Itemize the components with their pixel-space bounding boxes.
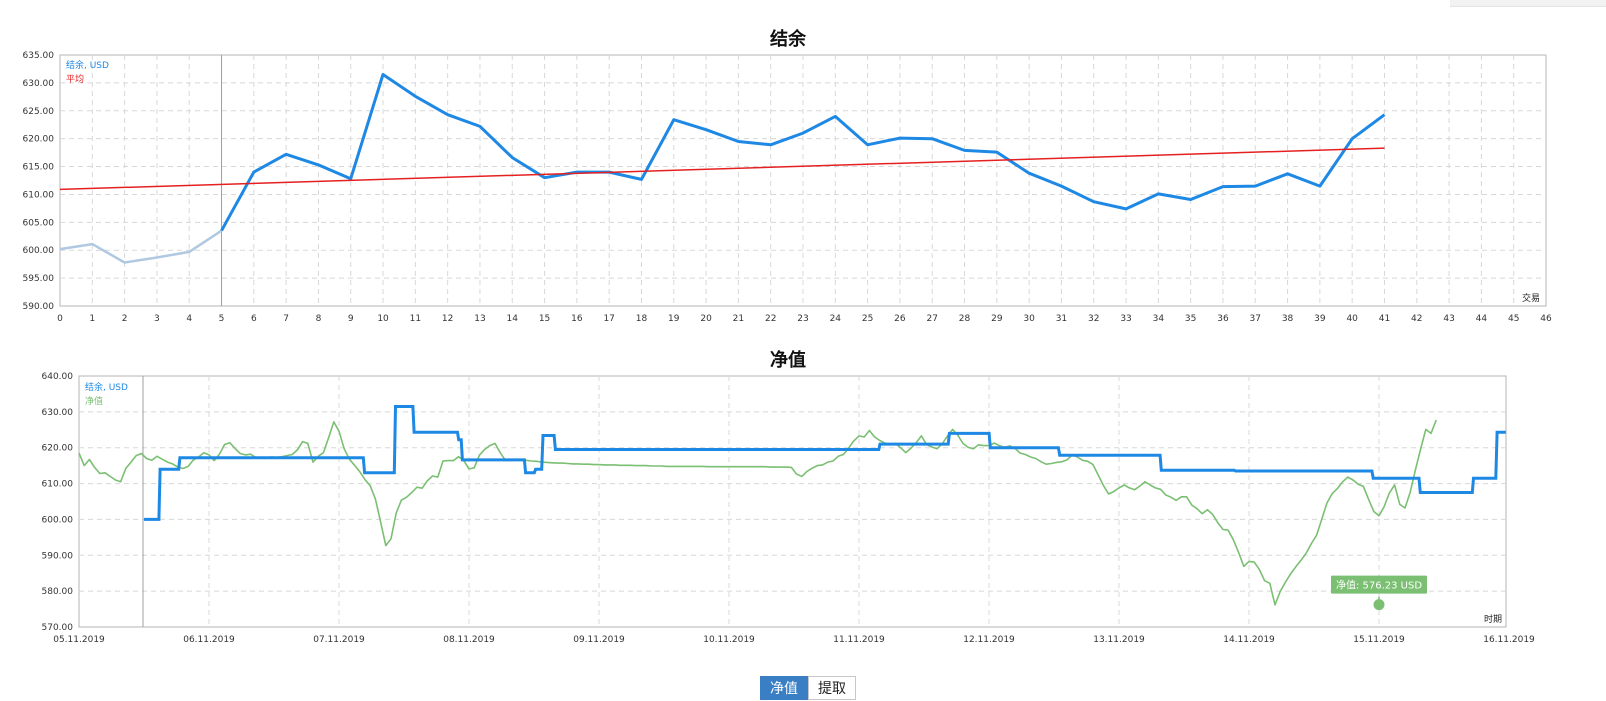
equity-chart-title: 净值: [770, 349, 806, 371]
equity-plot-area: [78, 375, 1507, 628]
equity-x-tick-label: 14.11.2019: [1223, 635, 1275, 645]
equity-legend-equity: 净值: [85, 395, 103, 407]
tooltip-marker-point: [1373, 599, 1385, 611]
equity-y-tick-label: 640.00: [42, 372, 74, 382]
equity-y-tick-label: 570.00: [42, 623, 74, 633]
equity-x-tick-label: 11.11.2019: [833, 635, 885, 645]
equity-x-tick-label: 08.11.2019: [443, 635, 495, 645]
equity-y-tick-label: 580.00: [42, 587, 74, 597]
equity-x-tick-label: 05.11.2019: [53, 635, 105, 645]
equity-legend-balance: 结余, USD: [85, 381, 128, 393]
tab-equity[interactable]: 净值: [760, 676, 808, 700]
equity-x-tick-label: 15.11.2019: [1353, 635, 1405, 645]
tab-withdraw[interactable]: 提取: [808, 676, 856, 700]
equity-x-tick-label: 09.11.2019: [573, 635, 625, 645]
equity-y-tick-label: 610.00: [42, 480, 74, 490]
equity-y-tick-label: 600.00: [42, 515, 74, 525]
equity-x-tick-label: 07.11.2019: [313, 635, 365, 645]
tooltip-text: 净值: 576.23 USD: [1336, 579, 1422, 592]
chart-tabs: 净值 提取: [760, 676, 856, 700]
equity-x-tick-label: 06.11.2019: [183, 635, 235, 645]
equity-y-tick-label: 620.00: [42, 444, 74, 454]
equity-x-tick-label: 13.11.2019: [1093, 635, 1145, 645]
equity-y-tick-label: 630.00: [42, 408, 74, 418]
equity-x-axis-label: 时期: [1484, 613, 1502, 625]
equity-chart: 净值 570.00 580.00 590.00 600.00 610.00 620.00 6…: [42, 349, 1536, 645]
equity-x-tick-label: 16.11.2019: [1483, 635, 1535, 645]
equity-y-tick-label: 590.00: [42, 551, 74, 561]
equity-x-tick-label: 10.11.2019: [703, 635, 755, 645]
equity-x-tick-label: 12.11.2019: [963, 635, 1015, 645]
